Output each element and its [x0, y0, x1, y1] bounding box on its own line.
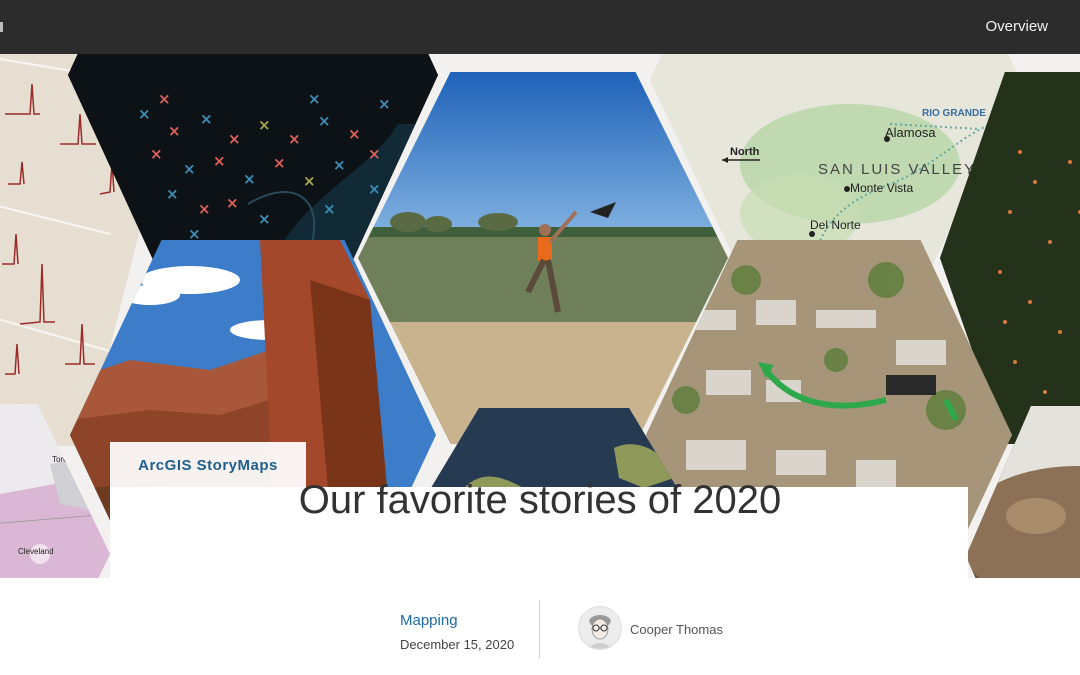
svg-text:×: × [243, 170, 256, 188]
svg-text:×: × [308, 90, 321, 108]
svg-text:×: × [138, 105, 151, 123]
svg-text:×: × [333, 156, 346, 174]
page-title: Our favorite stories of 2020 [298, 478, 782, 522]
svg-text:×: × [168, 122, 181, 140]
category-link[interactable]: Mapping [400, 612, 458, 629]
svg-text:×: × [228, 130, 241, 148]
svg-text:×: × [150, 145, 163, 163]
svg-text:×: × [288, 130, 301, 148]
svg-text:×: × [303, 172, 316, 190]
overview-link[interactable]: Overview [985, 18, 1048, 35]
svg-text:×: × [198, 200, 211, 218]
svg-text:×: × [273, 154, 286, 172]
svg-text:×: × [158, 90, 171, 108]
map-label-alamosa: Alamosa [885, 125, 936, 140]
map-label-region: SAN LUIS VALLEY [818, 161, 976, 178]
map-label-river: RIO GRANDE [922, 108, 986, 119]
map-label-north: North [730, 146, 760, 158]
svg-text:×: × [258, 116, 271, 134]
svg-text:×: × [166, 185, 179, 203]
svg-text:×: × [348, 125, 361, 143]
meta-divider [539, 600, 540, 658]
author-name[interactable]: Cooper Thomas [630, 622, 723, 637]
svg-text:×: × [200, 110, 213, 128]
svg-text:×: × [318, 112, 331, 130]
map-label-del-norte: Del Norte [810, 218, 861, 232]
map-label-cleveland: Cleveland [18, 547, 54, 556]
svg-text:×: × [378, 95, 391, 113]
article-meta: Mapping December 15, 2020 Cooper Thomas [0, 578, 1080, 675]
top-nav-bar: Overview [0, 0, 1080, 54]
svg-text:×: × [323, 200, 336, 218]
svg-text:×: × [368, 145, 381, 163]
brand-label: ArcGIS StoryMaps [138, 456, 278, 474]
svg-text:×: × [258, 210, 271, 228]
svg-text:×: × [213, 152, 226, 170]
svg-text:×: × [226, 194, 239, 212]
nav-edge-mark [0, 22, 3, 32]
svg-text:×: × [368, 180, 381, 198]
map-label-monte-vista: Monte Vista [850, 181, 913, 195]
person-avatar-icon[interactable] [578, 606, 622, 650]
map-label-toronto: Toronto [52, 455, 79, 464]
publish-date: December 15, 2020 [400, 637, 515, 652]
svg-text:×: × [183, 160, 196, 178]
